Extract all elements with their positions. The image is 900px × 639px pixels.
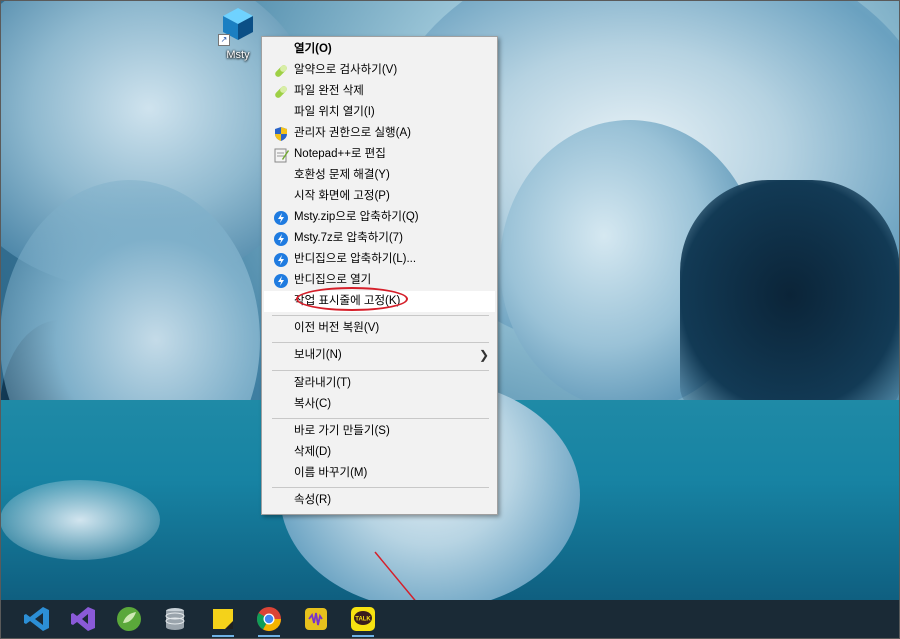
menu-item-rename[interactable]: 이름 바꾸기(M) <box>264 463 495 484</box>
menu-item-delete[interactable]: 삭제(D) <box>264 442 495 463</box>
menu-item-label: 반디집으로 압축하기(L)... <box>294 253 417 265</box>
menu-item-edit-notepadpp[interactable]: Notepad++로 편집 <box>264 144 495 165</box>
menu-item-compress-zip[interactable]: Msty.zip으로 압축하기(Q) <box>264 207 495 228</box>
menu-item-label: 속성(R) <box>294 494 332 506</box>
shortcut-arrow-icon: ↗ <box>218 34 230 46</box>
notepadpp-icon <box>274 148 289 163</box>
desktop-icon-label: Msty <box>226 49 250 61</box>
menu-item-label: 잘라내기(T) <box>294 377 352 389</box>
menu-item-properties[interactable]: 속성(R) <box>264 490 495 511</box>
sticky-notes-icon <box>213 609 233 629</box>
menu-item-label: 호환성 문제 해결(Y) <box>294 169 390 181</box>
menu-item-label: 복사(C) <box>294 398 332 410</box>
chevron-right-icon: ❯ <box>478 348 489 362</box>
menu-item-open-bandizip[interactable]: 반디집으로 열기 <box>264 270 495 291</box>
taskbar-sticky-notes[interactable] <box>208 604 238 637</box>
menu-item-label: 이전 버전 복원(V) <box>294 322 380 334</box>
menu-item-label: 이름 바꾸기(M) <box>294 467 368 479</box>
desktop-shortcut-msty[interactable]: ↗ Msty <box>214 4 262 70</box>
taskbar-kakaotalk[interactable]: TALK <box>348 604 378 637</box>
menu-item-cut[interactable]: 잘라내기(T) <box>264 373 495 394</box>
menu-item-pin-to-start[interactable]: 시작 화면에 고정(P) <box>264 186 495 207</box>
taskbar-database[interactable] <box>160 604 190 634</box>
taskbar-chrome[interactable] <box>254 604 284 637</box>
svg-text:TALK: TALK <box>355 617 371 623</box>
menu-item-copy[interactable]: 복사(C) <box>264 394 495 415</box>
menu-item-label: Notepad++로 편집 <box>294 148 386 160</box>
taskbar-visual-studio[interactable] <box>68 604 98 634</box>
menu-item-alyac-scan[interactable]: 알약으로 검사하기(V) <box>264 60 495 81</box>
menu-item-label: 반디집으로 열기 <box>294 274 372 286</box>
taskbar-audio-app[interactable] <box>301 604 331 634</box>
running-indicator <box>352 635 374 637</box>
pill-icon <box>275 86 287 98</box>
uac-shield-icon <box>275 127 287 141</box>
menu-item-compress-bandizip[interactable]: 반디집으로 압축하기(L)... <box>264 249 495 270</box>
bandizip-icon <box>274 211 288 225</box>
kakaotalk-icon: TALK <box>351 607 375 631</box>
running-indicator <box>258 635 280 637</box>
taskbar: TALK <box>1 600 899 638</box>
menu-separator <box>272 342 489 343</box>
pill-icon <box>275 65 287 77</box>
menu-separator <box>272 487 489 488</box>
audio-app-icon <box>305 608 327 630</box>
menu-item-label: Msty.zip으로 압축하기(Q) <box>294 211 419 223</box>
taskbar-spring-tools[interactable] <box>114 604 144 634</box>
bandizip-icon <box>274 232 288 246</box>
menu-item-compress-7z[interactable]: Msty.7z로 압축하기(7) <box>264 228 495 249</box>
visual-studio-icon <box>71 607 95 631</box>
menu-item-secure-delete[interactable]: 파일 완전 삭제 <box>264 81 495 102</box>
menu-item-open-file-location[interactable]: 파일 위치 열기(I) <box>264 102 495 123</box>
menu-item-troubleshoot-compat[interactable]: 호환성 문제 해결(Y) <box>264 165 495 186</box>
database-icon <box>165 608 185 630</box>
menu-item-label: 삭제(D) <box>294 446 332 458</box>
vscode-icon <box>24 607 49 631</box>
menu-item-label: 작업 표시줄에 고정(K) <box>294 295 401 307</box>
menu-item-pin-to-taskbar[interactable]: 작업 표시줄에 고정(K) <box>264 291 495 312</box>
menu-item-label: 열기(O) <box>294 43 332 55</box>
taskbar-vscode[interactable] <box>22 604 52 634</box>
menu-item-restore-previous[interactable]: 이전 버전 복원(V) <box>264 318 495 339</box>
running-indicator <box>212 635 234 637</box>
bandizip-icon <box>274 253 288 267</box>
menu-separator <box>272 315 489 316</box>
menu-item-label: 파일 위치 열기(I) <box>294 106 375 118</box>
bandizip-icon <box>274 274 288 288</box>
menu-item-label: 보내기(N) <box>294 349 342 361</box>
menu-separator <box>272 418 489 419</box>
menu-item-label: Msty.7z로 압축하기(7) <box>294 232 403 244</box>
menu-item-run-as-admin[interactable]: 관리자 권한으로 실행(A) <box>264 123 495 144</box>
menu-item-label: 관리자 권한으로 실행(A) <box>294 127 411 139</box>
spring-tools-icon <box>117 607 141 631</box>
menu-item-label: 파일 완전 삭제 <box>294 85 364 97</box>
context-menu: 열기(O) 알약으로 검사하기(V) 파일 완전 삭제 파일 위치 열기(I) … <box>261 36 498 515</box>
menu-item-open[interactable]: 열기(O) <box>264 39 495 60</box>
menu-item-create-shortcut[interactable]: 바로 가기 만들기(S) <box>264 421 495 442</box>
menu-item-label: 알약으로 검사하기(V) <box>294 64 398 76</box>
menu-separator <box>272 370 489 371</box>
menu-item-label: 바로 가기 만들기(S) <box>294 425 390 437</box>
menu-item-label: 시작 화면에 고정(P) <box>294 190 390 202</box>
chrome-icon <box>256 607 281 632</box>
menu-item-send-to[interactable]: 보내기(N) ❯ <box>264 345 495 366</box>
